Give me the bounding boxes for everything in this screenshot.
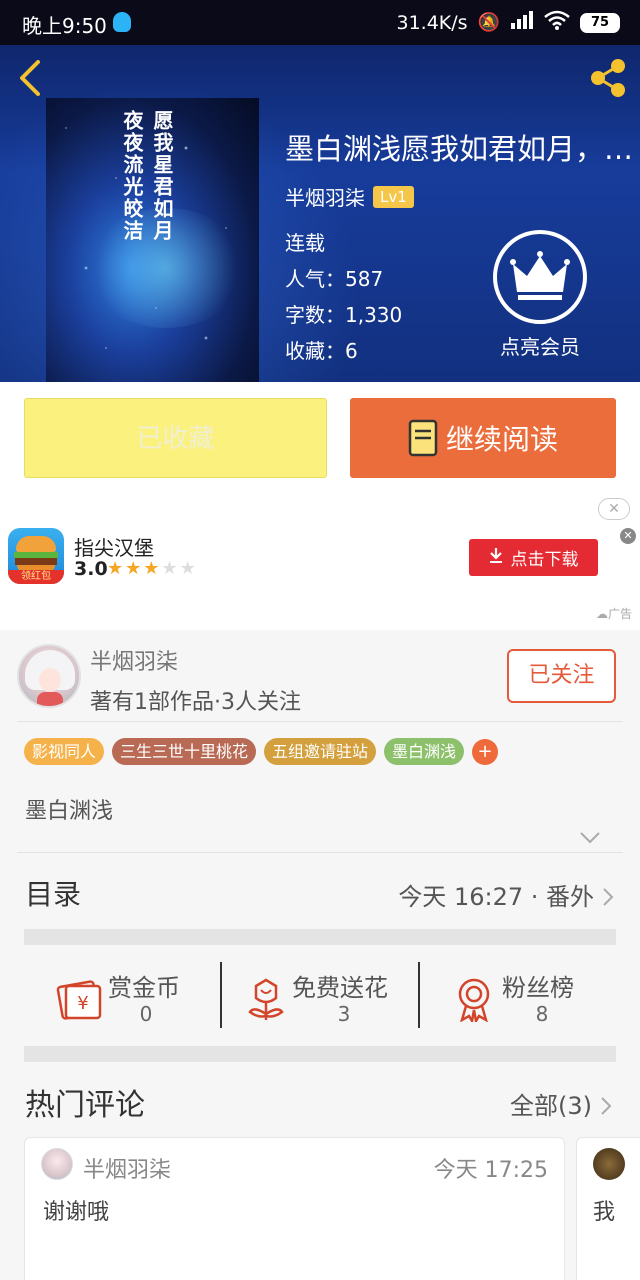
tag-item[interactable]: 三生三世十里桃花 xyxy=(112,738,257,765)
fan-ranking-label: 粉丝榜 xyxy=(502,974,574,1002)
chevron-down-icon[interactable] xyxy=(579,830,601,844)
all-comments-link[interactable]: 全部(3) xyxy=(510,1086,612,1121)
status-time: 晚上9:50 xyxy=(22,14,107,38)
wifi-icon xyxy=(544,10,570,35)
comment-text: 谢谢哦 xyxy=(43,1200,110,1225)
ad-app-name: 指尖汉堡 xyxy=(74,536,154,560)
share-icon[interactable] xyxy=(586,56,630,100)
reward-coin-label: 赏金币 xyxy=(108,974,180,1002)
section-separator xyxy=(24,929,616,945)
battery-indicator: 75 xyxy=(580,12,620,33)
star-icon: ★ xyxy=(125,558,144,579)
ad-star-rating: ★★★★★ xyxy=(107,558,198,579)
divider xyxy=(17,852,623,853)
section-separator xyxy=(24,1046,616,1062)
tag-item[interactable]: 墨白渊浅 xyxy=(384,738,465,765)
ad-redpack-badge: 领红包 xyxy=(8,570,64,584)
qq-icon xyxy=(113,12,131,32)
star-icon: ★ xyxy=(143,558,162,579)
toc-label[interactable]: 目录 xyxy=(25,873,81,913)
cover-title-line-1: 愿我星君如月 xyxy=(150,110,174,242)
ad-download-label: 点击下载 xyxy=(510,550,579,570)
hot-comments-title: 热门评论 xyxy=(25,1088,145,1123)
download-icon xyxy=(489,547,503,568)
comment-time: 今天 17:25 xyxy=(433,1158,548,1183)
flower-icon xyxy=(244,976,288,1026)
tag-item[interactable]: 五组邀请驻站 xyxy=(264,738,377,765)
vip-crown-icon[interactable] xyxy=(493,230,587,324)
ad-app-icon[interactable]: 领红包 xyxy=(8,528,64,584)
back-arrow-icon[interactable] xyxy=(14,58,48,98)
divider xyxy=(17,721,623,722)
book-author[interactable]: 半烟羽柒 xyxy=(285,182,365,211)
star-icon: ★ xyxy=(179,558,198,579)
book-word-count: 字数：1,330 xyxy=(285,303,403,327)
commenter-name[interactable]: 半烟羽柒 xyxy=(83,1152,171,1184)
all-comments-label: 全部(3) xyxy=(510,1092,592,1120)
commenter-avatar[interactable] xyxy=(41,1148,73,1180)
book-header: 晚上9:50 31.4K/s 🔕 75 愿我星君如月 夜夜流光皎洁 墨白渊浅愿我… xyxy=(0,0,640,382)
toc-latest-chapter[interactable]: 今天 16:27 · 番外 xyxy=(398,877,614,912)
action-bar: 已收藏 继续阅读 xyxy=(0,382,640,494)
divider xyxy=(418,962,420,1028)
comment-card[interactable]: 我 xyxy=(576,1137,640,1280)
divider xyxy=(220,962,222,1028)
ad-banner[interactable]: ✕ ✕ 领红包 指尖汉堡 3.0 ★★★★★ 点击下载 ☁广告 xyxy=(0,494,640,630)
author-avatar[interactable] xyxy=(17,644,81,708)
signal-icon xyxy=(510,11,534,34)
mute-bell-icon: 🔕 xyxy=(477,12,500,33)
tag-list: 影视同人 三生三世十里桃花 五组邀请驻站 墨白渊浅 + xyxy=(24,738,499,765)
ad-dismiss-icon[interactable]: ✕ xyxy=(620,528,636,544)
author-stats: 著有1部作品·3人关注 xyxy=(90,690,301,715)
medal-icon xyxy=(454,976,494,1026)
star-icon: ★ xyxy=(107,558,126,579)
book-favorites: 收藏：6 xyxy=(285,339,358,363)
reward-coin-value: 0 xyxy=(139,1002,153,1026)
comment-card[interactable]: 半烟羽柒 今天 17:25 谢谢哦 xyxy=(24,1137,565,1280)
book-icon xyxy=(408,419,438,457)
ad-close-button[interactable]: ✕ xyxy=(598,498,630,520)
fan-ranking-stat[interactable]: 粉丝榜 8 xyxy=(454,962,594,1030)
status-bar: 晚上9:50 31.4K/s 🔕 75 xyxy=(0,0,640,45)
book-title: 墨白渊浅愿我如君如月，… xyxy=(285,132,634,166)
toc-latest-text: 今天 16:27 · 番外 xyxy=(398,883,594,911)
comment-text: 我 xyxy=(593,1200,616,1225)
network-speed: 31.4K/s xyxy=(396,11,468,34)
reward-coin-stat[interactable]: ¥ 赏金币 0 xyxy=(56,962,216,1030)
send-flower-stat[interactable]: 免费送花 3 xyxy=(244,962,404,1030)
ad-tag: ☁广告 xyxy=(595,607,632,621)
svg-text:¥: ¥ xyxy=(77,993,88,1014)
add-tag-button[interactable]: + xyxy=(472,738,499,765)
book-description: 墨白渊浅 xyxy=(25,799,114,824)
tag-item[interactable]: 影视同人 xyxy=(24,738,105,765)
author-name[interactable]: 半烟羽柒 xyxy=(90,644,178,676)
commenter-avatar[interactable] xyxy=(593,1148,625,1180)
send-flower-label: 免费送花 xyxy=(292,974,388,1002)
coin-envelope-icon: ¥ xyxy=(56,976,104,1026)
book-status: 连载 xyxy=(285,231,325,255)
continue-reading-label: 继续阅读 xyxy=(445,423,558,456)
ad-rating: 3.0 xyxy=(74,558,108,580)
chevron-right-icon xyxy=(602,885,614,906)
follow-button[interactable]: 已关注 xyxy=(507,649,616,703)
fan-ranking-value: 8 xyxy=(535,1002,549,1026)
favorited-button[interactable]: 已收藏 xyxy=(24,398,327,478)
stats-row: ¥ 赏金币 0 免费送花 3 粉丝榜 8 xyxy=(0,946,640,1046)
vip-label[interactable]: 点亮会员 xyxy=(480,331,600,360)
chevron-right-icon xyxy=(600,1094,612,1115)
book-popularity: 人气：587 xyxy=(285,267,384,291)
book-author-line: 半烟羽柒 Lv1 xyxy=(285,182,414,211)
send-flower-value: 3 xyxy=(337,1002,351,1026)
level-badge: Lv1 xyxy=(373,185,414,208)
star-icon: ★ xyxy=(161,558,180,579)
book-cover[interactable]: 愿我星君如月 夜夜流光皎洁 xyxy=(46,98,259,382)
continue-reading-button[interactable]: 继续阅读 xyxy=(350,398,616,478)
ad-download-button[interactable]: 点击下载 xyxy=(469,539,598,576)
cover-title-line-2: 夜夜流光皎洁 xyxy=(120,110,144,242)
